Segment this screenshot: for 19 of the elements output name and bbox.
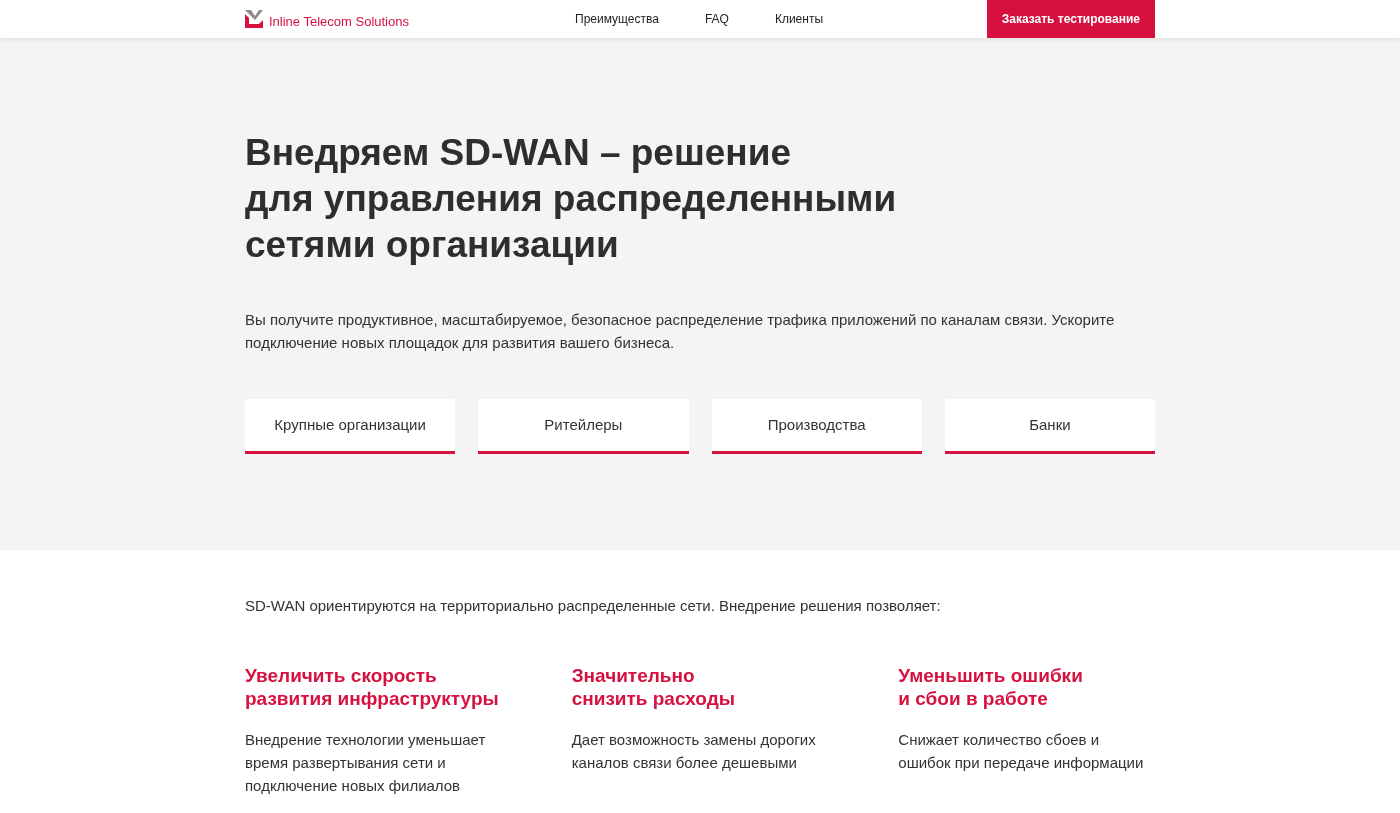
benefits-intro: SD-WAN ориентируются на территориально распределенные сети. Внедрение решения позволяет:: [245, 596, 942, 616]
segment-card[interactable]: Крупные организации: [245, 399, 456, 454]
segment-card[interactable]: Банки: [944, 399, 1155, 454]
benefit-title: Уменьшить ошибки и сбои в работе: [898, 663, 1084, 710]
hero-title: Внедряем SD-WAN – решение для управления распределенными сетями организации: [245, 131, 898, 267]
order-test-button[interactable]: Заказать тестирование: [986, 0, 1155, 38]
nav-link[interactable]: Преимущества: [575, 10, 659, 28]
hero-description: Вы получите продуктивное, масштабируемое, безопасное распределение трафика приложений по каналам связи. Ускорите подключение новых площадок для развития вашего бизнеса.: [245, 310, 1116, 353]
logo-icon: [245, 10, 265, 28]
benefit-text: Снижает количество сбоев и ошибок при передаче информации: [898, 729, 1145, 773]
segment-card[interactable]: Производства: [711, 399, 922, 454]
benefit-text: Внедрение технологии уменьшает время развертывания сети и подключение новых филиалов: [245, 729, 487, 796]
benefit-text: Дает возможность замены дорогих каналов связи более дешевыми: [571, 729, 817, 773]
logo-text[interactable]: Inline Telecom Solutions: [269, 15, 409, 28]
nav-link[interactable]: Клиенты: [774, 10, 824, 28]
benefit-title: Увеличить скорость развития инфраструктуры: [245, 663, 500, 710]
nav-link[interactable]: FAQ: [704, 10, 729, 28]
segment-card[interactable]: Ритейлеры: [478, 399, 689, 454]
benefit-title: Значительно снизить расходы: [571, 663, 736, 710]
